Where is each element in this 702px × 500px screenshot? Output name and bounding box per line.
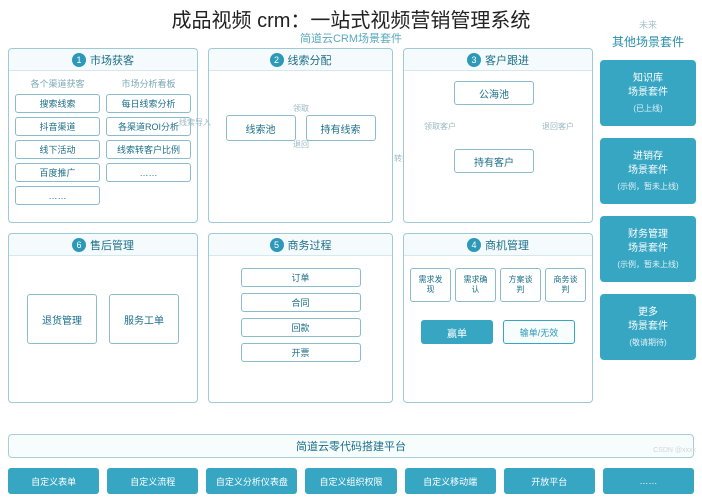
col-head: 市场分析看板 — [106, 77, 191, 90]
owned-customer: 持有客户 — [454, 149, 534, 173]
step: 回款 — [241, 318, 361, 337]
badge-icon: 6 — [72, 238, 86, 252]
watermark: CSDN @xxxx — [653, 447, 696, 454]
panel-customer-follow: 3 客户跟进 公海池 持有客户 领取客户 退回客户 — [403, 48, 593, 223]
win-chip: 赢单 — [421, 320, 493, 344]
card-line: 场景套件 — [604, 164, 692, 178]
chip: 抖音渠道 — [15, 117, 100, 136]
card-line: 财务管理 — [604, 228, 692, 242]
suite-card: 财务管理 场景套件 (示例，暂未上线) — [600, 216, 696, 282]
chip: 线下活动 — [15, 140, 100, 159]
card-sub: (示例，暂未上线) — [604, 181, 692, 192]
col-analytics: 市场分析看板 每日线索分析 各渠道ROI分析 线索转客户比例 …… — [106, 77, 191, 216]
badge-icon: 2 — [270, 53, 284, 67]
panel-title: 客户跟进 — [485, 52, 529, 68]
diagram-main: 1 市场获客 各个渠道获客 搜索线索 抖音渠道 线下活动 百度推广 …… 市场分… — [8, 48, 594, 436]
panel-market: 1 市场获客 各个渠道获客 搜索线索 抖音渠道 线下活动 百度推广 …… 市场分… — [8, 48, 198, 223]
stage: 需求确认 — [455, 268, 496, 302]
flow-label: 退回客户 — [542, 121, 574, 132]
panel-title: 商机管理 — [485, 237, 529, 253]
panel-header: 1 市场获客 — [9, 49, 197, 71]
chip: 搜索线索 — [15, 94, 100, 113]
service-ticket: 服务工单 — [109, 294, 179, 344]
feature-chip: …… — [603, 468, 694, 494]
badge-icon: 3 — [467, 53, 481, 67]
stage: 商务谈判 — [545, 268, 586, 302]
page-title: 成品视频 crm：一站式视频营销管理系统 — [0, 4, 702, 33]
panel-aftersale: 6 售后管理 退货管理 服务工单 — [8, 233, 198, 403]
card-line: 场景套件 — [604, 86, 692, 100]
panel-title: 售后管理 — [90, 237, 134, 253]
suite-card: 进销存 场景套件 (示例，暂未上线) — [600, 138, 696, 204]
panel-header: 2 线索分配 — [209, 49, 392, 71]
feature-chip: 自定义流程 — [107, 468, 198, 494]
card-line: 进销存 — [604, 150, 692, 164]
panel-header: 3 客户跟进 — [404, 49, 592, 71]
panel-header: 5 商务过程 — [209, 234, 392, 256]
step: 开票 — [241, 343, 361, 362]
card-line: 知识库 — [604, 72, 692, 86]
chip: 线索转客户比例 — [106, 140, 191, 159]
chip: 每日线索分析 — [106, 94, 191, 113]
step: 订单 — [241, 268, 361, 287]
feature-chip: 开放平台 — [504, 468, 595, 494]
flow-label: 线索导入 — [179, 117, 211, 128]
col-channels: 各个渠道获客 搜索线索 抖音渠道 线下活动 百度推广 …… — [15, 77, 100, 216]
card-line: 更多 — [604, 306, 692, 320]
rc-title: 其他场景套件 — [600, 33, 696, 50]
panel-header: 4 商机管理 — [404, 234, 592, 256]
panel-title: 线索分配 — [288, 52, 332, 68]
lead-pool: 线索池 — [226, 115, 296, 141]
panel-header: 6 售后管理 — [9, 234, 197, 256]
card-sub: (示例，暂未上线) — [604, 259, 692, 270]
flow-label: 领取客户 — [424, 121, 456, 132]
panel-biz-process: 5 商务过程 订单 合同 回款 开票 — [208, 233, 393, 403]
chip: …… — [15, 186, 100, 205]
feature-chip: 自定义移动端 — [405, 468, 496, 494]
lose-chip: 输单/无效 — [503, 320, 575, 344]
suite-card: 更多 场景套件 (敬请期待) — [600, 294, 696, 360]
stage: 需求发现 — [410, 268, 451, 302]
public-pool: 公海池 — [454, 81, 534, 105]
col-head: 各个渠道获客 — [15, 77, 100, 90]
owned-leads: 持有线索 — [306, 115, 376, 141]
panel-title: 商务过程 — [288, 237, 332, 253]
flow-label: 退回 — [293, 139, 309, 150]
suite-card: 知识库 场景套件 (已上线) — [600, 60, 696, 126]
step: 合同 — [241, 293, 361, 312]
badge-icon: 1 — [72, 53, 86, 67]
card-line: 场景套件 — [604, 242, 692, 256]
stage: 方案谈判 — [500, 268, 541, 302]
platform-bar: 简道云零代码搭建平台 — [8, 434, 694, 458]
feature-chip: 自定义表单 — [8, 468, 99, 494]
panel-lead-assign: 2 线索分配 线索池 持有线索 线索导入 领取 退回 转换为 — [208, 48, 393, 223]
feature-chip: 自定义分析仪表盘 — [206, 468, 297, 494]
badge-icon: 4 — [467, 238, 481, 252]
card-line: 场景套件 — [604, 320, 692, 334]
card-sub: (已上线) — [604, 103, 692, 114]
card-sub: (敬请期待) — [604, 337, 692, 348]
panel-title: 市场获客 — [90, 52, 134, 68]
chip: …… — [106, 163, 191, 182]
return-mgmt: 退货管理 — [27, 294, 97, 344]
panel-opportunity: 4 商机管理 需求发现 需求确认 方案谈判 商务谈判 赢单 输单/无效 — [403, 233, 593, 403]
bottom-features: 自定义表单 自定义流程 自定义分析仪表盘 自定义组织权限 自定义移动端 开放平台… — [8, 468, 694, 494]
feature-chip: 自定义组织权限 — [305, 468, 396, 494]
flow-label: 领取 — [293, 103, 309, 114]
right-sidebar: 未来 其他场景套件 知识库 场景套件 (已上线) 进销存 场景套件 (示例，暂未… — [600, 18, 696, 372]
chip: 百度推广 — [15, 163, 100, 182]
badge-icon: 5 — [270, 238, 284, 252]
